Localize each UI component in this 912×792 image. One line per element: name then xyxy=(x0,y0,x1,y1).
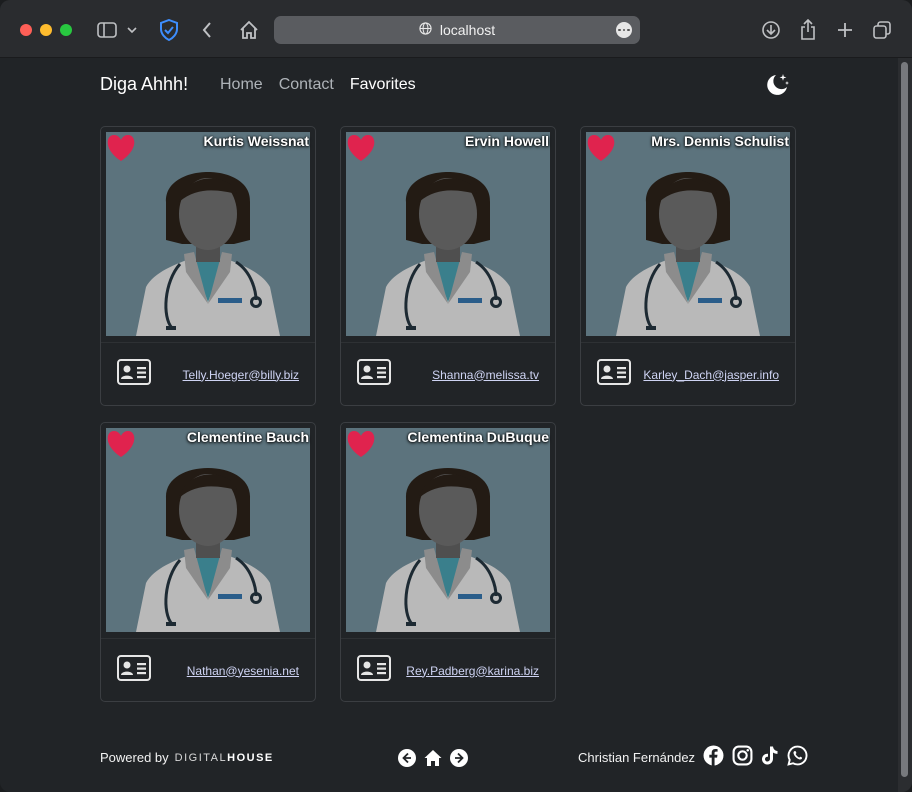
page-footer: Powered by DIGITALHOUSE Christian Fernán… xyxy=(100,745,808,774)
doctor-card[interactable]: Ervin Howell Shanna@melissa.tv xyxy=(340,126,556,406)
doctor-card[interactable]: Mrs. Dennis Schulist Karley_Dach@jasper.… xyxy=(580,126,796,406)
doctor-email-link[interactable]: Telly.Hoeger@billy.biz xyxy=(183,368,299,382)
id-card-icon xyxy=(117,655,151,686)
doctor-card[interactable]: Kurtis Weissnat Telly.Hoeger@billy.biz xyxy=(100,126,316,406)
tiktok-icon[interactable] xyxy=(761,745,779,771)
doctor-name: Kurtis Weissnat xyxy=(203,133,309,149)
social-links xyxy=(703,745,808,771)
share-icon[interactable] xyxy=(796,18,820,42)
heart-icon[interactable] xyxy=(345,133,377,163)
heart-icon[interactable] xyxy=(345,429,377,459)
heart-icon[interactable] xyxy=(105,429,137,459)
card-footer: Karley_Dach@jasper.info xyxy=(581,342,795,406)
card-footer: Nathan@yesenia.net xyxy=(101,638,315,702)
nav-contact[interactable]: Contact xyxy=(279,76,334,94)
whatsapp-icon[interactable] xyxy=(787,745,808,771)
doctor-name: Clementine Bauch xyxy=(186,429,309,445)
id-card-icon xyxy=(357,655,391,686)
main-nav: Home Contact Favorites xyxy=(220,76,416,94)
page-scrollbar[interactable] xyxy=(898,58,912,792)
heart-icon[interactable] xyxy=(105,133,137,163)
doctor-email-link[interactable]: Karley_Dach@jasper.info xyxy=(643,368,779,382)
powered-by-label: Powered by xyxy=(100,750,169,765)
doctor-email-link[interactable]: Shanna@melissa.tv xyxy=(432,368,539,382)
page-content: Diga Ahhh! Home Contact Favorites Kurtis… xyxy=(0,58,898,792)
close-window-button[interactable] xyxy=(20,24,32,36)
id-card-icon xyxy=(117,359,151,390)
card-footer: Telly.Hoeger@billy.biz xyxy=(101,342,315,406)
home-icon[interactable] xyxy=(423,748,443,773)
doctor-name: Mrs. Dennis Schulist xyxy=(651,133,789,149)
card-footer: Shanna@melissa.tv xyxy=(341,342,555,406)
shield-icon[interactable] xyxy=(157,18,181,42)
instagram-icon[interactable] xyxy=(732,745,753,771)
scrollbar-thumb[interactable] xyxy=(901,62,908,777)
id-card-icon xyxy=(597,359,631,390)
home-icon[interactable] xyxy=(237,18,261,42)
browser-window: localhost Diga Ahhh! Home Contact Favori… xyxy=(0,0,912,792)
moon-icon[interactable] xyxy=(764,72,790,98)
globe-icon xyxy=(419,22,432,38)
facebook-icon[interactable] xyxy=(703,745,724,771)
back-icon[interactable] xyxy=(195,18,219,42)
footer-nav xyxy=(397,748,469,773)
card-footer: Rey.Padberg@karina.biz xyxy=(341,638,555,702)
more-icon[interactable] xyxy=(616,22,632,38)
doctor-name: Clementina DuBuque xyxy=(407,429,549,445)
chevron-down-icon[interactable] xyxy=(124,18,140,42)
brand-logo[interactable]: Diga Ahhh! xyxy=(100,74,188,95)
nav-home[interactable]: Home xyxy=(220,76,263,94)
doctor-email-link[interactable]: Rey.Padberg@karina.biz xyxy=(406,664,539,678)
doctor-card[interactable]: Clementina DuBuque Rey.Padberg@karina.bi… xyxy=(340,422,556,702)
download-icon[interactable] xyxy=(759,18,783,42)
id-card-icon xyxy=(357,359,391,390)
doctor-card[interactable]: Clementine Bauch Nathan@yesenia.net xyxy=(100,422,316,702)
minimize-window-button[interactable] xyxy=(40,24,52,36)
heart-icon[interactable] xyxy=(585,133,617,163)
tabs-icon[interactable] xyxy=(870,18,894,42)
powered-by: Powered by DIGITALHOUSE xyxy=(100,750,274,765)
doctor-name: Ervin Howell xyxy=(464,133,549,149)
address-bar[interactable]: localhost xyxy=(274,16,640,44)
zoom-window-button[interactable] xyxy=(60,24,72,36)
nav-favorites[interactable]: Favorites xyxy=(350,76,416,94)
arrow-left-icon[interactable] xyxy=(397,748,417,773)
digital-house-logo[interactable]: DIGITALHOUSE xyxy=(175,752,274,764)
sidebar-icon[interactable] xyxy=(95,18,119,42)
author-name: Christian Fernández xyxy=(578,750,696,765)
doctor-email-link[interactable]: Nathan@yesenia.net xyxy=(187,664,299,678)
url-text: localhost xyxy=(439,22,496,38)
arrow-right-icon[interactable] xyxy=(449,748,469,773)
new-tab-icon[interactable] xyxy=(833,18,857,42)
browser-toolbar: localhost xyxy=(0,0,912,58)
